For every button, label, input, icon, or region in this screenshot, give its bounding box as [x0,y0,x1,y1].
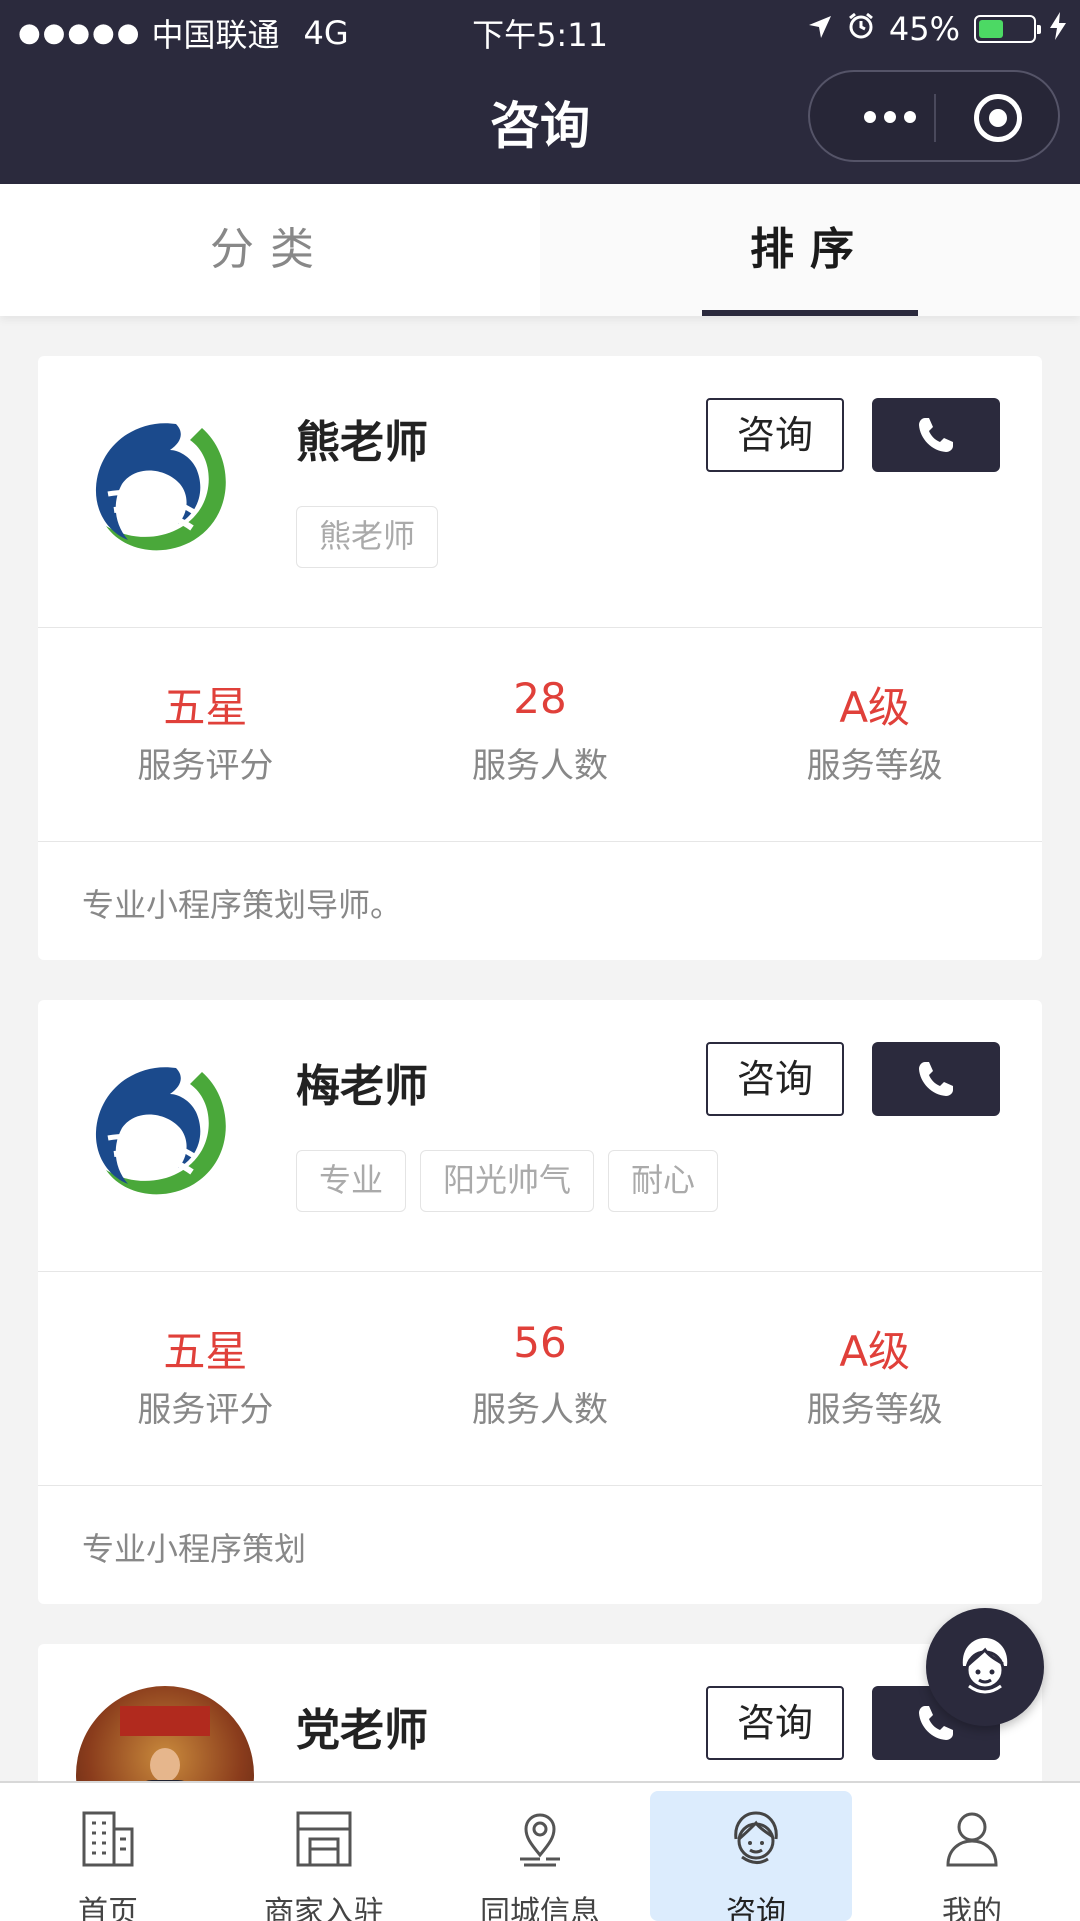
consult-button[interactable]: 咨询 [706,1042,844,1116]
tabbar-label: 首页 [78,1895,138,1921]
tabbar-label: 我的 [942,1895,1002,1921]
bottom-tab-bar: 首页 商家入驻 同城信息 咨询 我的 [0,1781,1080,1921]
phone-icon [919,418,953,452]
user-icon [946,1812,998,1867]
consultant-card: 梅老师 专业 阳光帅气 耐心 咨询 五星 服务评分 56 服务人数 A级 服务等级 专… [38,1000,1042,1604]
status-bar: ●●●●● 中国联通 4G 下午5:11 45% [0,0,1080,60]
customer-service-button[interactable] [926,1608,1044,1726]
consultant-description: 专业小程序策划导师。 [82,886,403,924]
call-button[interactable] [872,398,1000,472]
alarm-icon [847,10,875,48]
filter-tabs: 分类 排序 [0,184,1080,316]
phone-icon [919,1062,953,1096]
tabbar-label: 咨询 [726,1895,786,1921]
stat-rating: 五星 服务评分 [137,1327,274,1430]
consultant-logo [95,423,226,551]
stat-rating: 五星 服务评分 [137,683,274,786]
capsule-divider [934,94,936,142]
tabbar-item-home[interactable]: 首页 [0,1783,216,1921]
tab-sort[interactable]: 排序 [540,184,1080,316]
consultant-card: 熊老师 熊老师 咨询 五星 服务评分 28 服务人数 A级 服务等级 专业小程序策划导… [38,356,1042,960]
stat-clients: 56 服务人数 [472,1318,608,1430]
consultant-stats: 五星 服务评分 28 服务人数 A级 服务等级 [38,628,1042,842]
tag-chip: 专业 [296,1150,407,1212]
tabbar-label: 同城信息 [480,1895,600,1921]
location-pin-icon [520,1813,560,1867]
mini-program-capsule [808,70,1060,162]
close-target-icon[interactable] [974,94,1022,142]
consult-button[interactable]: 咨询 [706,1686,844,1760]
more-dots-icon[interactable] [840,92,940,142]
stat-clients: 28 服务人数 [472,674,608,786]
top-bar: ●●●●● 中国联通 4G 下午5:11 45% 咨询 [0,0,1080,184]
call-button[interactable] [872,1042,1000,1116]
tag-chip: 熊老师 [296,506,439,568]
consultant-logo [95,1067,226,1195]
consultant-description: 专业小程序策划 [82,1530,307,1568]
battery-percent: 45% [888,10,960,48]
tab-category[interactable]: 分类 [0,184,540,316]
storefront-icon [296,1811,352,1867]
consult-button[interactable]: 咨询 [706,398,844,472]
consultant-name: 党老师 [296,1705,428,1756]
stat-level: A级 服务等级 [806,683,943,786]
charging-icon [1050,10,1066,48]
location-arrow-icon [807,10,833,48]
consultant-stats: 五星 服务评分 56 服务人数 A级 服务等级 [38,1272,1042,1486]
stat-level: A级 服务等级 [806,1327,943,1430]
customer-service-icon [962,1638,1008,1694]
tabbar-label: 商家入驻 [264,1895,384,1921]
tag-chip: 阳光帅气 [420,1150,595,1212]
consultant-tags: 专业 阳光帅气 耐心 [296,1150,719,1212]
building-icon [82,1811,134,1867]
customer-service-icon [734,1811,778,1864]
consultant-name: 熊老师 [296,417,428,468]
tabbar-item-local-info[interactable]: 同城信息 [432,1783,648,1921]
tag-chip: 耐心 [608,1150,719,1212]
consultant-name: 梅老师 [296,1061,428,1112]
tabbar-item-merchant[interactable]: 商家入驻 [216,1783,432,1921]
consultant-tags: 熊老师 [296,506,439,568]
tabbar-item-consult[interactable]: 咨询 [648,1783,864,1921]
tabbar-item-mine[interactable]: 我的 [864,1783,1080,1921]
battery-icon [974,15,1041,43]
